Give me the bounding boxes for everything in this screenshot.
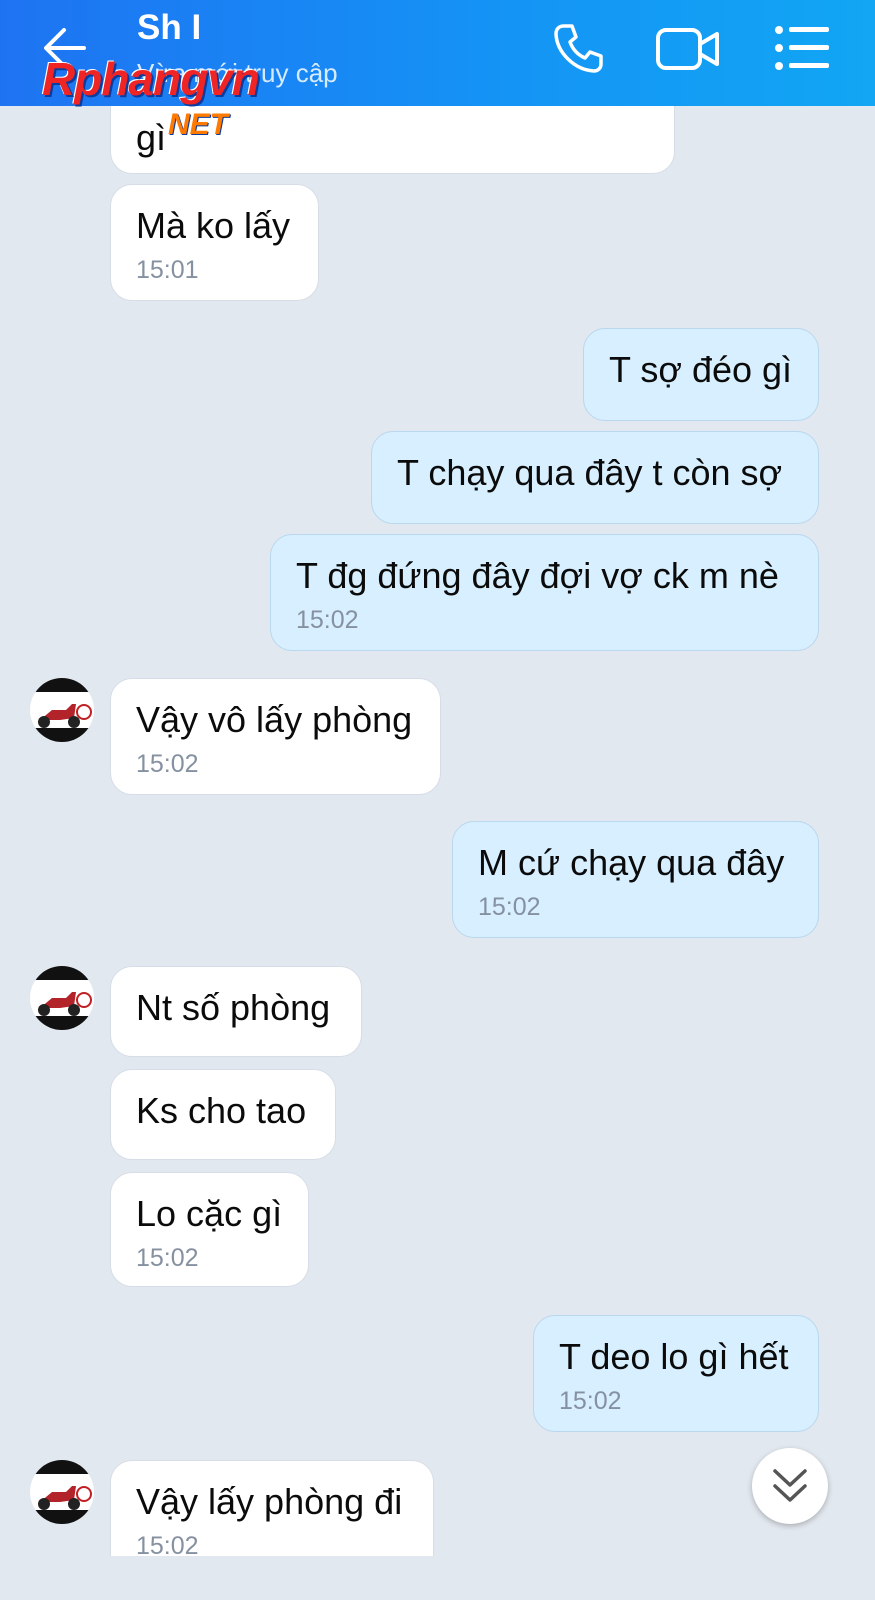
video-camera-icon: [656, 28, 719, 70]
message-text: M cứ chạy qua đây: [478, 842, 785, 883]
contact-name[interactable]: Sh I: [137, 8, 201, 48]
message-text: T deo lo gì hết: [559, 1336, 789, 1377]
scooter-avatar-icon: [30, 966, 94, 1030]
video-call-button[interactable]: [655, 22, 721, 76]
message-bubble[interactable]: T deo lo gì hết 15:02: [533, 1315, 819, 1432]
bottom-edge: [0, 1556, 875, 1600]
message-bubble[interactable]: T chạy qua đây t còn sợ: [371, 431, 819, 524]
scooter-avatar-icon: [30, 1460, 94, 1524]
message-time: 15:02: [136, 1244, 199, 1272]
avatar[interactable]: [30, 1460, 94, 1524]
watermark-logo: Rphangvn: [42, 53, 260, 105]
avatar[interactable]: [30, 966, 94, 1030]
message-bubble[interactable]: Nt số phòng: [110, 966, 362, 1057]
message-text: T chạy qua đây t còn sợ: [397, 452, 783, 493]
scroll-to-bottom-button[interactable]: [752, 1448, 828, 1524]
scooter-avatar-icon: [30, 678, 94, 742]
message-text: T sợ đéo gì: [609, 349, 793, 390]
message-text: Vậy lấy phòng đi: [136, 1481, 403, 1522]
list-menu-icon: [775, 26, 829, 70]
call-button[interactable]: [550, 20, 606, 76]
message-bubble[interactable]: Mà ko lấy 15:01: [110, 184, 319, 301]
message-time: 15:02: [478, 893, 541, 921]
message-text: Nt số phòng: [136, 987, 331, 1028]
message-time: 15:02: [136, 750, 199, 778]
message-text: Vậy vô lấy phòng: [136, 699, 413, 740]
message-time: 15:01: [136, 256, 199, 284]
message-text: T đg đứng đây đợi vợ ck m nè: [296, 555, 779, 596]
message-text: Ks cho tao: [136, 1090, 307, 1131]
options-menu-button[interactable]: [773, 22, 831, 74]
message-bubble[interactable]: Lo cặc gì 15:02: [110, 1172, 309, 1287]
message-bubble[interactable]: M cứ chạy qua đây 15:02: [452, 821, 819, 938]
double-chevron-down-icon: [773, 1469, 807, 1502]
message-bubble[interactable]: T đg đứng đây đợi vợ ck m nè 15:02: [270, 534, 819, 651]
message-bubble[interactable]: Vậy vô lấy phòng 15:02: [110, 678, 441, 795]
watermark-logo-suffix: NET: [168, 108, 228, 141]
avatar[interactable]: [30, 678, 94, 742]
message-bubble[interactable]: T sợ đéo gì: [583, 328, 819, 421]
message-text: Lo cặc gì: [136, 1193, 283, 1234]
message-time: 15:02: [559, 1387, 622, 1415]
message-bubble[interactable]: Ks cho tao: [110, 1069, 336, 1160]
message-text: Mà ko lấy: [136, 205, 291, 246]
phone-icon: [554, 24, 603, 73]
message-time: 15:02: [296, 606, 359, 634]
